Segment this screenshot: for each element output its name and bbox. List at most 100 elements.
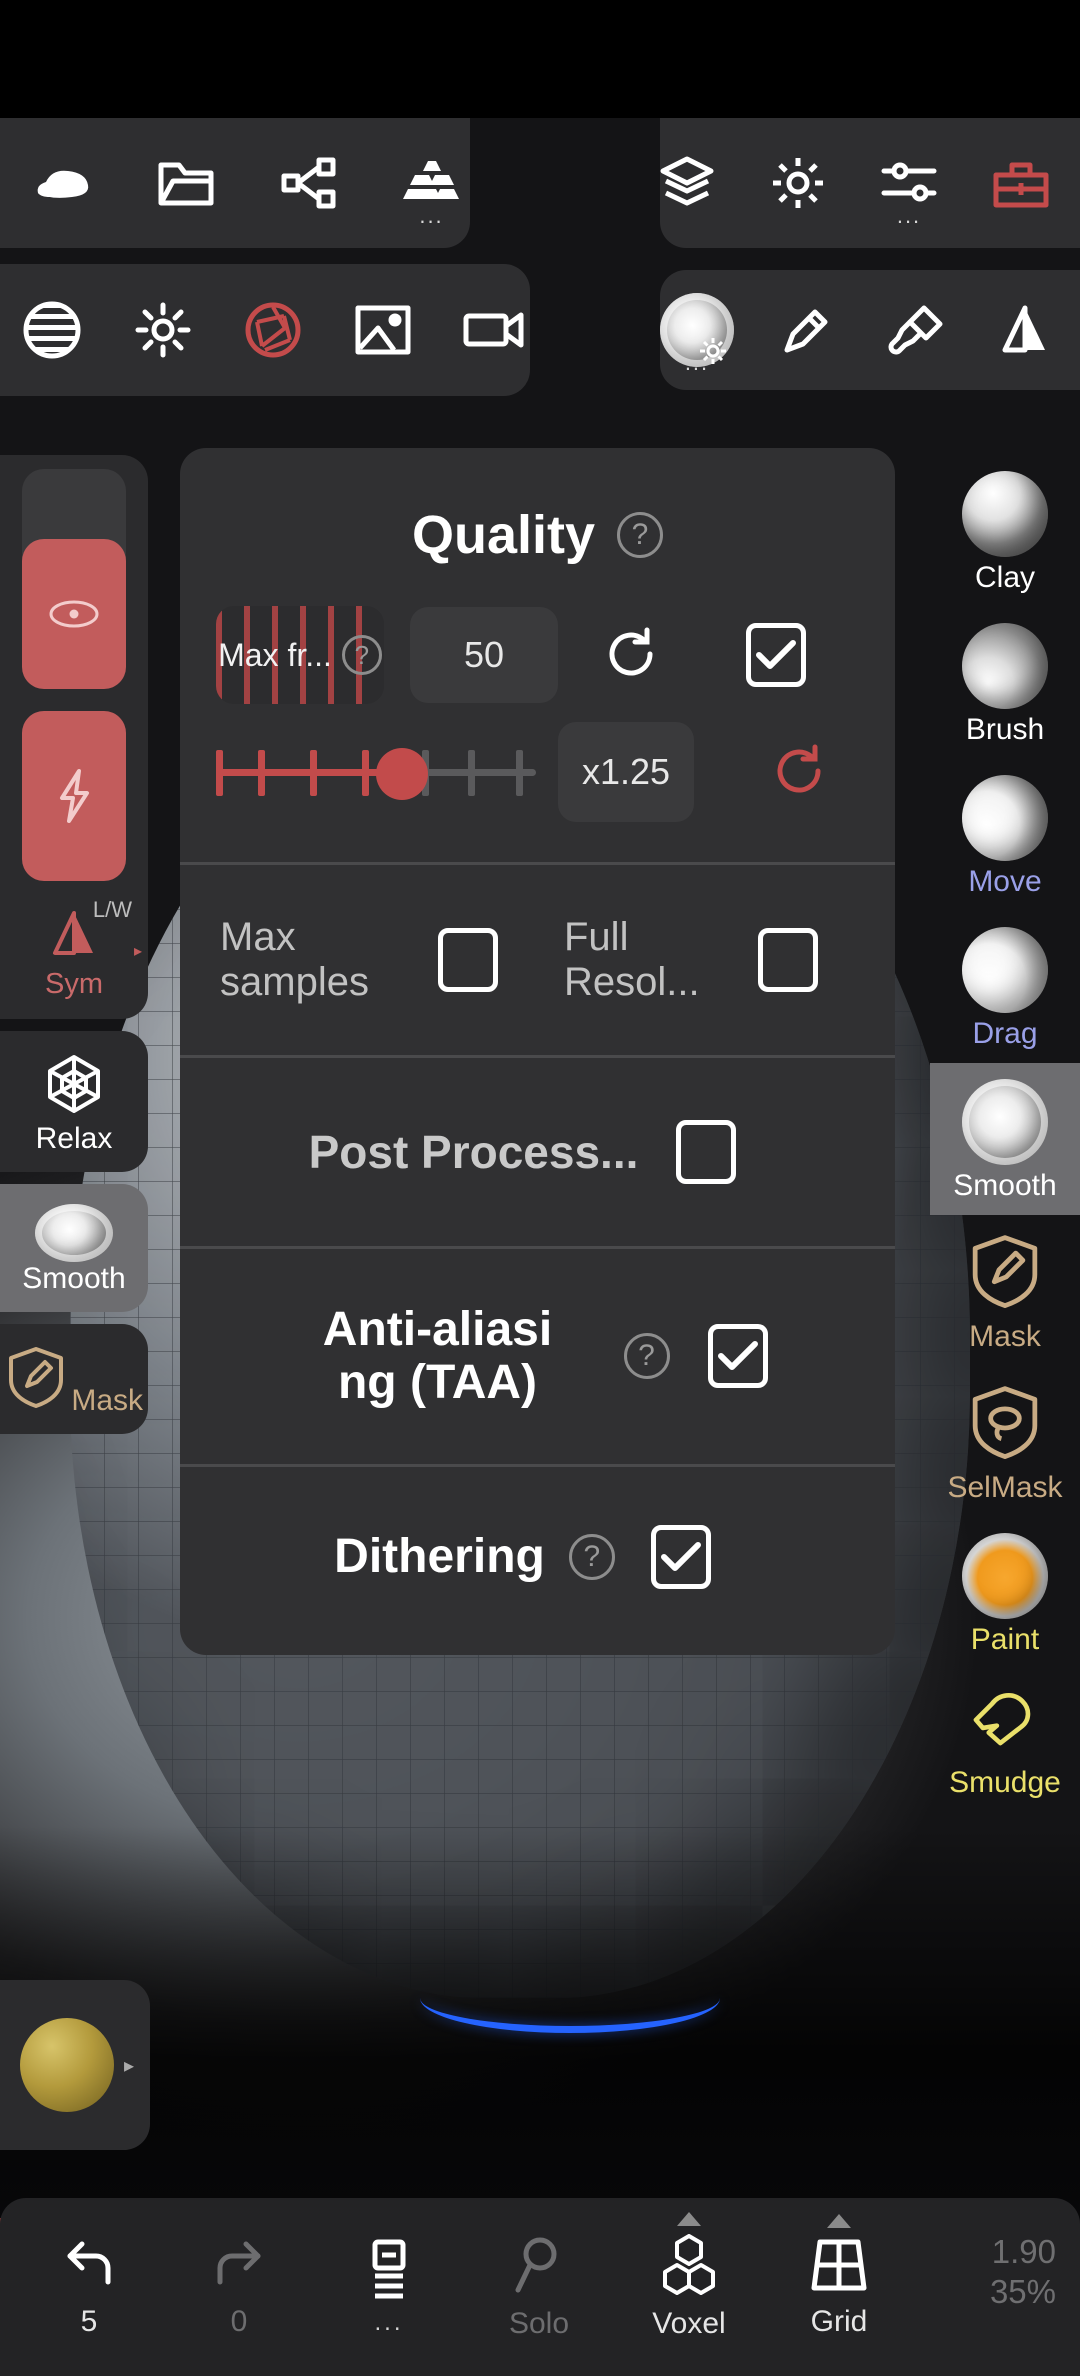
redo-arrow-icon (217, 2241, 261, 2284)
stat-triangles: 1.90 (991, 2233, 1056, 2270)
post-process-checkbox[interactable] (676, 1119, 737, 1184)
resolution-multiplier[interactable]: x1.25 (558, 722, 694, 822)
redo-button[interactable]: 0 (164, 2236, 314, 2339)
magnifier-icon (515, 2237, 557, 2292)
mask-shield-icon (972, 1235, 1038, 1308)
resolution-slider[interactable] (216, 742, 536, 802)
clay-sphere-icon (962, 471, 1048, 557)
max-frames-help-icon[interactable]: ? (341, 635, 382, 675)
folder-open-icon[interactable] (147, 137, 224, 229)
radius-dot-icon (49, 600, 99, 628)
drag-sphere-icon (962, 927, 1048, 1013)
brush-sliders-card: L/W ▸ Sym (0, 455, 148, 1019)
solo-button[interactable]: Solo (464, 2234, 614, 2341)
left-tool-mask-label: Mask (71, 1384, 144, 1417)
undo-button[interactable]: 5 (14, 2236, 164, 2339)
left-tool-smooth-label: Smooth (22, 1262, 126, 1295)
left-panel: L/W ▸ Sym Relax Smooth Mask (0, 455, 150, 1434)
max-frames-value[interactable]: 50 (410, 607, 558, 703)
camera-video-icon[interactable] (458, 284, 530, 376)
toolbar-top-left: ... (0, 118, 470, 248)
toolbox-icon[interactable] (992, 137, 1050, 229)
layers-list-button[interactable]: ... (314, 2238, 464, 2337)
anti-aliasing-label-line2: ng (TAA) (337, 1356, 538, 1410)
max-samples-checkbox[interactable] (438, 927, 498, 992)
tool-rail: Clay Brush Move Drag Smooth Mask SelMask (930, 455, 1080, 1812)
move-sphere-icon (962, 775, 1048, 861)
clay-blob-icon[interactable] (24, 137, 101, 229)
symmetry-control[interactable]: L/W ▸ Sym (0, 897, 148, 1001)
rail-item-mask[interactable]: Mask (930, 1215, 1080, 1366)
relax-web-icon (48, 1055, 100, 1113)
mirror-icon[interactable] (989, 284, 1060, 376)
rail-item-drag-label: Drag (972, 1017, 1038, 1050)
matcap-sphere-icon[interactable] (16, 284, 88, 376)
post-process-row: Post Process... (180, 1058, 895, 1246)
sliders-more-dots[interactable]: ... (897, 205, 921, 227)
slider-knob[interactable] (376, 748, 428, 800)
anti-aliasing-checkbox[interactable] (707, 1324, 768, 1389)
toolbar-second-left (0, 264, 530, 396)
left-tool-relax[interactable]: Relax (0, 1031, 148, 1172)
max-frames-reset-button[interactable] (584, 626, 680, 684)
material-expand-arrow[interactable]: ▸ (124, 2053, 134, 2078)
rail-item-clay[interactable]: Clay (930, 455, 1080, 607)
material-ball[interactable] (20, 2018, 114, 2112)
dithering-label: Dithering (334, 1530, 545, 1584)
sliders-icon[interactable]: ... (880, 137, 938, 229)
aperture-icon[interactable] (237, 284, 309, 376)
layers-more-dots[interactable]: ... (314, 2309, 464, 2337)
anti-aliasing-label-line1: Anti-aliasi (322, 1302, 553, 1356)
max-frames-row: Max fr... ? 50 (180, 606, 895, 722)
rail-item-smooth[interactable]: Smooth (930, 1063, 1080, 1215)
light-sun-icon[interactable] (126, 284, 198, 376)
dithering-checkbox[interactable] (650, 1525, 711, 1590)
rail-item-smudge[interactable]: Smudge (930, 1669, 1080, 1812)
rail-item-brush[interactable]: Brush (930, 607, 1080, 759)
voxel-caret-icon[interactable] (677, 2211, 701, 2226)
symmetry-expand-arrow[interactable]: ▸ (134, 941, 142, 961)
left-tool-relax-label: Relax (35, 1122, 113, 1155)
smooth-sphere-icon (35, 1204, 113, 1262)
max-frames-checkbox-wrap[interactable] (746, 623, 806, 687)
dithering-help-icon[interactable]: ? (568, 1534, 615, 1581)
material-picker[interactable]: ▸ (0, 1980, 150, 2150)
intensity-slider-fill[interactable] (22, 711, 126, 881)
layers-icon[interactable] (658, 137, 716, 229)
grid-caret-icon[interactable] (827, 2213, 851, 2228)
symmetry-label: Sym (45, 968, 103, 1000)
resolution-reset-button[interactable] (752, 743, 848, 801)
rail-item-paint[interactable]: Paint (930, 1517, 1080, 1669)
brush-sphere-icon (962, 623, 1048, 709)
title-help-icon[interactable]: ? (617, 512, 664, 558)
grid-button[interactable]: Grid (764, 2213, 914, 2339)
max-frames-label-chip[interactable]: Max fr... ? (216, 606, 384, 704)
brush-more-dots[interactable]: ... (685, 352, 709, 374)
image-icon[interactable] (347, 284, 419, 376)
rail-item-move[interactable]: Move (930, 759, 1080, 911)
paintbrush-icon[interactable] (881, 284, 952, 376)
left-tool-smooth[interactable]: Smooth (0, 1184, 148, 1312)
share-nodes-icon[interactable] (270, 137, 347, 229)
lightning-bolt-icon (60, 769, 89, 823)
pen-icon[interactable] (772, 284, 843, 376)
radius-slider-fill[interactable] (22, 539, 126, 689)
grid-icon (811, 2239, 867, 2290)
full-resolution-checkbox[interactable] (758, 927, 818, 992)
smudge-finger-icon (973, 1693, 1031, 1746)
gear-icon[interactable] (770, 137, 826, 229)
post-process-label: Post Process... (308, 1125, 639, 1178)
primitives-icon[interactable]: ... (393, 137, 470, 229)
voxel-cubes-icon (663, 2233, 715, 2295)
voxel-button[interactable]: Voxel (614, 2211, 764, 2341)
rail-item-selmask[interactable]: SelMask (930, 1366, 1080, 1517)
anti-aliasing-help-icon[interactable]: ? (623, 1333, 670, 1380)
solo-label: Solo (508, 2306, 570, 2340)
rail-item-smooth-label: Smooth (953, 1169, 1057, 1202)
left-tool-mask[interactable]: Mask (0, 1324, 148, 1434)
brush-sphere-gear-icon[interactable]: ... (659, 284, 734, 376)
dialog-title-row: Quality ? (180, 448, 895, 606)
rail-item-drag[interactable]: Drag (930, 911, 1080, 1063)
paint-sphere-icon (962, 1533, 1048, 1619)
primitives-more-dots[interactable]: ... (419, 205, 443, 227)
